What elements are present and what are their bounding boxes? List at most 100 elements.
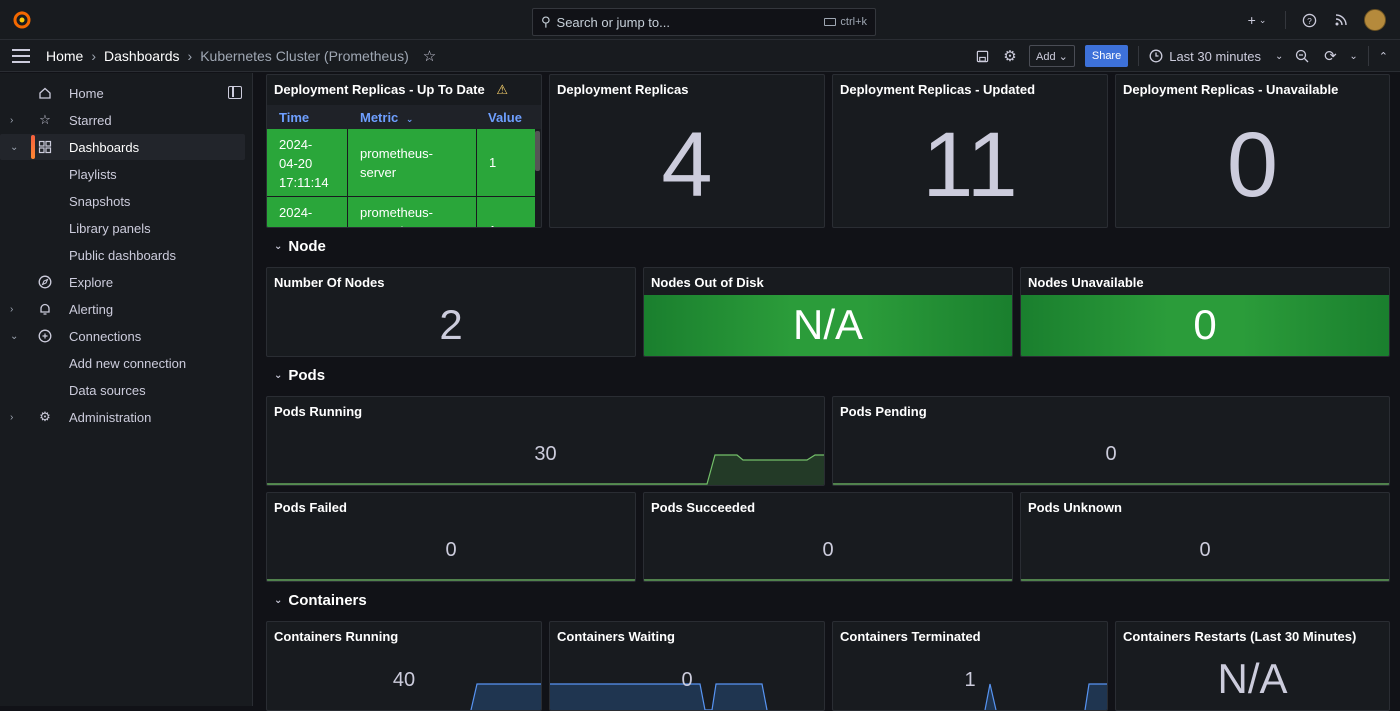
breadcrumb-home[interactable]: Home [46, 48, 83, 64]
panel-containers-restarts[interactable]: Containers Restarts (Last 30 Minutes) N/… [1115, 621, 1390, 711]
row-header-node[interactable]: ⌄ Node [274, 238, 326, 255]
collapse-chevron-up-icon[interactable]: ⌃ [1379, 50, 1388, 63]
row-header-pods[interactable]: ⌄ Pods [274, 367, 325, 384]
refresh-icon[interactable]: ⟳ [1321, 47, 1339, 65]
sidebar-item-data-sources[interactable]: Data sources [0, 377, 245, 403]
sidebar-item-playlists[interactable]: Playlists [0, 161, 245, 187]
panel-pods-pending[interactable]: Pods Pending 0 [832, 396, 1390, 486]
stat-value: 2 [439, 301, 463, 348]
top-bar: ⚲ Search or jump to... ctrl+k + ⌄ ? [0, 0, 1400, 40]
sidebar-item-dashboards[interactable]: ⌄ Dashboards [0, 134, 245, 160]
menu-toggle-icon[interactable] [12, 48, 32, 63]
panel-nodes-unavailable[interactable]: Nodes Unavailable 0 [1020, 267, 1390, 357]
search-input[interactable]: ⚲ Search or jump to... ctrl+k [532, 8, 876, 36]
stat-value: 0 [822, 539, 834, 561]
column-header-metric[interactable]: Metric ⌄ [360, 110, 413, 125]
sidebar-item-home[interactable]: Home [0, 80, 245, 106]
sidebar-item-library-panels[interactable]: Library panels [0, 215, 245, 241]
chevron-right-icon: › [91, 47, 97, 64]
breadcrumb-dashboards[interactable]: Dashboards [104, 48, 180, 64]
panel-title: Deployment Replicas - Updated [840, 82, 1036, 97]
panel-deployment-replicas[interactable]: Deployment Replicas 4 [549, 74, 825, 228]
sidebar-item-label: Explore [69, 274, 114, 290]
panel-nodes-out-of-disk[interactable]: Nodes Out of Disk N/A [643, 267, 1013, 357]
zoom-out-icon[interactable] [1293, 47, 1311, 65]
table-scrollbar[interactable] [535, 131, 540, 171]
panel-deployment-replicas-unavailable[interactable]: Deployment Replicas - Unavailable 0 [1115, 74, 1390, 228]
stat-value: N/A [1217, 655, 1288, 702]
bell-icon [38, 302, 52, 316]
panel-containers-terminated[interactable]: Containers Terminated 1 [832, 621, 1108, 711]
panel-title: Pods Running [274, 404, 363, 419]
table-cell-time: 2024- 04-20 [267, 197, 347, 227]
panel-pods-failed[interactable]: Pods Failed 0 [266, 492, 636, 582]
sidebar-item-add-new-connection[interactable]: Add new connection [0, 350, 245, 376]
chevron-down-icon: ⌄ [274, 370, 283, 381]
panel-title: Pods Pending [840, 404, 927, 419]
grafana-logo-icon[interactable] [12, 10, 32, 30]
chevron-right-icon[interactable]: › [10, 115, 13, 126]
sparkline-chart [267, 579, 635, 581]
row-header-containers[interactable]: ⌄ Containers [274, 592, 367, 609]
sidebar-item-label: Add new connection [69, 355, 187, 371]
sidebar-item-explore[interactable]: Explore [0, 269, 245, 295]
row-title: Pods [288, 367, 326, 384]
panel-pods-unknown[interactable]: Pods Unknown 0 [1020, 492, 1390, 582]
stat-value: N/A [792, 301, 863, 348]
time-range-picker[interactable]: Last 30 minutes ⌄ [1149, 49, 1283, 64]
settings-gear-icon[interactable]: ⚙ [1001, 47, 1019, 65]
column-header-time[interactable]: Time [279, 110, 309, 125]
sidebar-item-label: Alerting [69, 301, 114, 317]
sidebar-item-connections[interactable]: ⌄ Connections [0, 323, 245, 349]
panel-title: Nodes Out of Disk [651, 275, 764, 290]
chevron-down-icon[interactable]: ⌄ [10, 142, 18, 153]
stat-value: 0 [1226, 114, 1279, 216]
sidebar-item-label: Home [69, 85, 104, 101]
panel-number-of-nodes[interactable]: Number Of Nodes 2 [266, 267, 636, 357]
table-cell-value: 1 [477, 129, 535, 196]
chevron-right-icon[interactable]: › [10, 304, 13, 315]
sidebar-item-label: Public dashboards [69, 247, 176, 263]
panel-title: Deployment Replicas - Unavailable [1123, 82, 1339, 97]
stat-value: 0 [1193, 301, 1217, 348]
gear-icon: ⚙ [39, 409, 51, 424]
new-plus-icon[interactable]: + ⌄ [1243, 11, 1271, 29]
panel-containers-waiting[interactable]: Containers Waiting 0 [549, 621, 825, 711]
chevron-right-icon: › [187, 47, 193, 64]
add-label: Add [1036, 50, 1056, 63]
panel-deployment-replicas-updated[interactable]: Deployment Replicas - Updated 11 [832, 74, 1108, 228]
sidebar-item-label: Starred [69, 112, 112, 128]
sidebar-item-public-dashboards[interactable]: Public dashboards [0, 242, 245, 268]
panel-pods-succeeded[interactable]: Pods Succeeded 0 [643, 492, 1013, 582]
sidebar-item-label: Connections [69, 328, 142, 344]
stat-value: 11 [922, 114, 1018, 216]
row-title: Node [288, 238, 326, 255]
panel-title: Containers Restarts (Last 30 Minutes) [1123, 629, 1357, 644]
sidebar-item-alerting[interactable]: › Alerting [0, 296, 245, 322]
sidebar-item-administration[interactable]: › ⚙ Administration [0, 404, 245, 430]
chevron-right-icon[interactable]: › [10, 412, 13, 423]
sidebar-item-starred[interactable]: › ☆ Starred [0, 107, 245, 133]
warning-icon[interactable]: ⚠ [496, 82, 508, 97]
panel-pods-running[interactable]: Pods Running 30 [266, 396, 825, 486]
stat-value: 0 [1105, 443, 1117, 465]
mark-favorite-star-icon[interactable]: ☆ [423, 47, 436, 65]
help-icon[interactable]: ? [1300, 11, 1318, 29]
save-icon[interactable] [973, 47, 991, 65]
panel-containers-running[interactable]: Containers Running 40 [266, 621, 542, 711]
add-dropdown-button[interactable]: Add ⌄ [1029, 45, 1075, 67]
user-avatar[interactable] [1364, 9, 1386, 31]
column-header-value[interactable]: Value [488, 110, 522, 125]
sidebar-item-snapshots[interactable]: Snapshots [0, 188, 245, 214]
stat-value: 4 [661, 114, 713, 216]
table-header: Time Metric ⌄ Value [267, 105, 541, 129]
stat-value: 0 [445, 539, 457, 561]
home-icon [38, 86, 52, 100]
breadcrumb: Home › Dashboards › Kubernetes Cluster (… [46, 48, 409, 64]
refresh-interval-chevron-icon[interactable]: ⌄ [1349, 51, 1357, 62]
panel-deployment-replicas-up-to-date[interactable]: Deployment Replicas - Up To Date ⚠ Time … [266, 74, 542, 228]
chevron-down-icon[interactable]: ⌄ [10, 331, 18, 342]
stat-value: 0 [1199, 539, 1211, 561]
share-button[interactable]: Share [1084, 45, 1129, 67]
news-rss-icon[interactable] [1332, 11, 1350, 29]
